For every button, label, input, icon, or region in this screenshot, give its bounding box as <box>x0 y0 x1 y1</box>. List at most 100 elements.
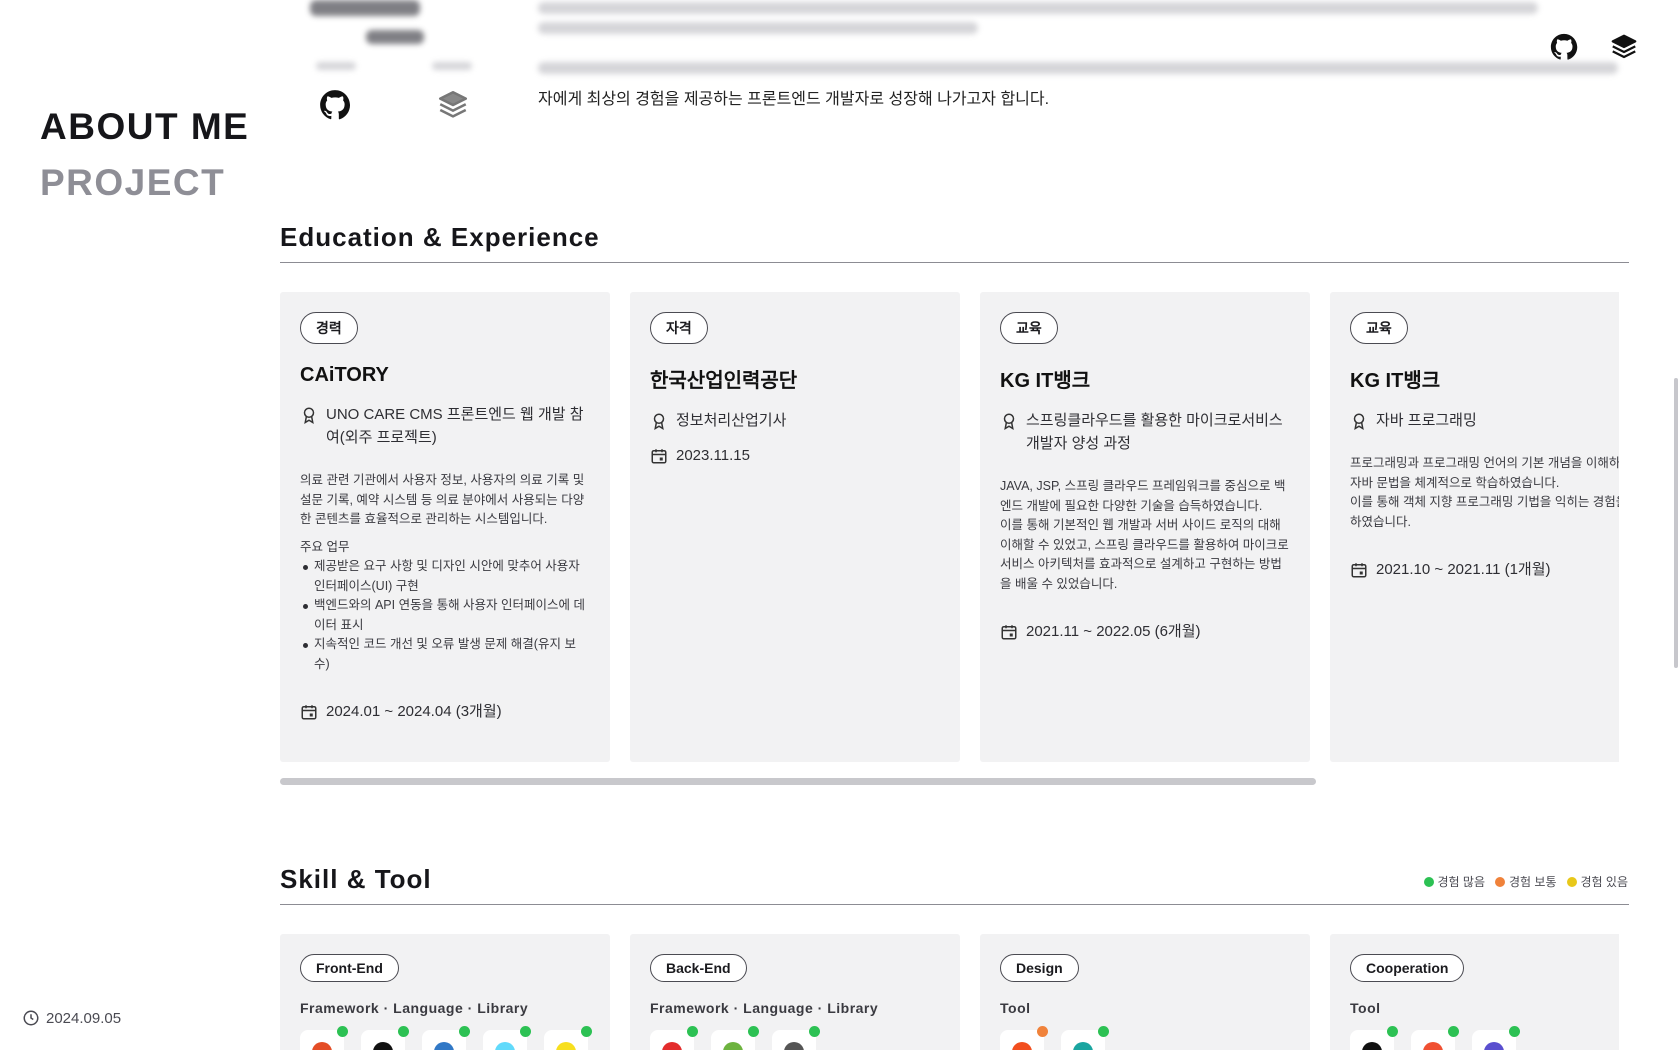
skill-icon[interactable] <box>1000 1026 1048 1050</box>
profile-links <box>318 88 478 128</box>
skill-icon[interactable] <box>650 1026 698 1050</box>
skill-icon[interactable] <box>1411 1026 1459 1050</box>
award-icon <box>653 413 665 430</box>
skill-icon[interactable] <box>711 1026 759 1050</box>
skill-icon[interactable] <box>422 1026 470 1050</box>
card-tag[interactable]: 교육 <box>1000 312 1058 344</box>
skill-logo <box>1484 1042 1504 1050</box>
legend-item: 경험 많음 <box>1423 873 1486 890</box>
intro-blurred-content <box>300 0 1630 90</box>
card-date-text: 2021.10 ~ 2021.11 (1개월) <box>1376 561 1551 578</box>
card-role: 자바 프로그래밍 <box>1350 409 1619 432</box>
card-description-2: 이를 통해 객체 지향 프로그래밍 기법을 익히는 경험을 하였습니다. <box>1350 495 1619 529</box>
skill-logo <box>1073 1042 1093 1050</box>
experience-level-dot <box>1509 1026 1520 1037</box>
skill-icon-list <box>1350 1026 1619 1050</box>
skill-icon[interactable] <box>1472 1026 1520 1050</box>
skills-section-title: Skill & Tool <box>280 864 432 894</box>
experience-level-dot <box>398 1026 409 1037</box>
experience-level-dot <box>459 1026 470 1037</box>
card-tag[interactable]: 자격 <box>650 312 708 344</box>
velog-icon[interactable] <box>1609 32 1639 62</box>
card-date: 2024.01 ~ 2024.04 (3개월) <box>300 700 590 723</box>
card-role: 정보처리산업기사 <box>650 409 940 432</box>
experience-level-dot <box>1037 1026 1048 1037</box>
skill-logo <box>662 1042 682 1050</box>
card-tag[interactable]: Design <box>1000 954 1079 982</box>
last-updated: 2024.09.05 <box>22 1009 121 1027</box>
skill-cards: Front-End Framework · Language · Library… <box>280 934 1619 1050</box>
intro-text: 자에게 최상의 경험을 제공하는 프론트엔드 개발자로 성장해 나가고자 합니다… <box>538 91 1050 108</box>
skill-icon[interactable] <box>483 1026 531 1050</box>
skill-category: Framework · Language · Library <box>300 1000 529 1016</box>
card-tag[interactable]: Front-End <box>300 954 399 982</box>
skill-logo <box>556 1042 576 1050</box>
experience-level-dot <box>809 1026 820 1037</box>
skill-card: Design Tool <box>980 934 1310 1050</box>
card-role-text: 정보처리산업기사 <box>676 412 787 429</box>
skills-divider <box>280 904 1629 905</box>
card-description: JAVA, JSP, 스프링 클라우드 프레임워크를 중심으로 백엔드 개발에 … <box>1000 479 1286 513</box>
skill-card: Front-End Framework · Language · Library <box>280 934 610 1050</box>
nav-item-about-me[interactable]: ABOUT ME <box>40 106 249 148</box>
skill-icon[interactable] <box>1061 1026 1109 1050</box>
card-role-text: 스프링클라우드를 활용한 마이크로서비스 개발자 양성 과정 <box>1026 412 1283 452</box>
nav-item-project[interactable]: PROJECT <box>40 162 225 204</box>
card-date: 2021.10 ~ 2021.11 (1개월) <box>1350 558 1619 581</box>
horizontal-scrollbar[interactable] <box>280 778 1316 785</box>
card-description-2: 이를 통해 기본적인 웹 개발과 서버 사이드 로직의 대해 이해할 수 있었고… <box>1000 518 1289 591</box>
skill-icon-list <box>650 1026 940 1050</box>
skill-logo <box>434 1042 454 1050</box>
github-icon[interactable] <box>318 88 352 122</box>
card-tag[interactable]: Cooperation <box>1350 954 1465 982</box>
legend-label: 경험 보통 <box>1509 875 1557 889</box>
sidebar: ABOUT ME PROJECT 2024.09.05 <box>0 0 260 1050</box>
skill-icon[interactable] <box>544 1026 592 1050</box>
card-title: KG IT뱅크 <box>1000 370 1091 392</box>
card-title: CAiTORY <box>300 364 389 386</box>
card-date-text: 2023.11.15 <box>676 447 750 464</box>
skill-icon[interactable] <box>772 1026 820 1050</box>
legend-label: 경험 있음 <box>1580 875 1629 889</box>
calendar-icon <box>1351 563 1367 578</box>
skill-icon[interactable] <box>300 1026 348 1050</box>
card-tag[interactable]: 교육 <box>1350 312 1408 344</box>
vertical-scrollbar[interactable] <box>1674 378 1678 668</box>
education-card: 교육 KG IT뱅크 자바 프로그래밍 프로그래밍과 프로그래밍 언어의 기본 … <box>1330 292 1619 762</box>
velog-icon[interactable] <box>436 88 470 122</box>
github-icon[interactable] <box>1549 32 1579 62</box>
list-item: 지속적인 코드 개선 및 오류 발생 문제 해결(유지 보수) <box>300 635 590 674</box>
skill-logo <box>784 1042 804 1050</box>
calendar-icon <box>1001 625 1017 640</box>
list-item: 제공받은 요구 사항 및 디자인 시안에 맞추어 사용자 인터페이스(UI) 구… <box>300 557 590 596</box>
skill-category: Framework · Language · Library <box>650 1000 879 1016</box>
clock-icon <box>23 1010 39 1026</box>
skill-logo <box>1423 1042 1443 1050</box>
skill-logo <box>1362 1042 1382 1050</box>
legend-item: 경험 보통 <box>1495 873 1557 890</box>
experience-level-dot <box>337 1026 348 1037</box>
skill-card: Back-End Framework · Language · Library <box>630 934 960 1050</box>
card-duties: 제공받은 요구 사항 및 디자인 시안에 맞추어 사용자 인터페이스(UI) 구… <box>300 557 590 674</box>
calendar-icon <box>301 705 317 720</box>
award-icon <box>303 407 315 424</box>
card-date-text: 2024.01 ~ 2024.04 (3개월) <box>326 703 502 720</box>
card-description: 프로그래밍과 프로그래밍 언어의 기본 개념을 이해하고, 자바 문법을 체계적… <box>1350 456 1619 490</box>
skill-category: Tool <box>1350 1000 1381 1016</box>
skill-legend: 경험 많음 경험 보통 경험 있음 <box>1423 873 1629 890</box>
last-updated-date: 2024.09.05 <box>46 1009 122 1027</box>
skill-icon-list <box>1000 1026 1290 1050</box>
skill-logo <box>495 1042 515 1050</box>
experience-level-dot <box>687 1026 698 1037</box>
card-date-text: 2021.11 ~ 2022.05 (6개월) <box>1026 623 1201 640</box>
card-role-text: 자바 프로그래밍 <box>1376 412 1477 429</box>
skill-icon-list <box>300 1026 592 1050</box>
legend-label: 경험 많음 <box>1437 875 1486 889</box>
card-role: 스프링클라우드를 활용한 마이크로서비스 개발자 양성 과정 <box>1000 409 1290 455</box>
education-divider <box>280 262 1629 263</box>
card-tag[interactable]: Back-End <box>650 954 747 982</box>
card-tag[interactable]: 경력 <box>300 312 358 344</box>
skill-icon[interactable] <box>1350 1026 1398 1050</box>
skill-icon[interactable] <box>361 1026 409 1050</box>
education-cards: 경력 CAiTORY UNO CARE CMS 프론트엔드 웹 개발 참여(외주… <box>280 292 1619 762</box>
